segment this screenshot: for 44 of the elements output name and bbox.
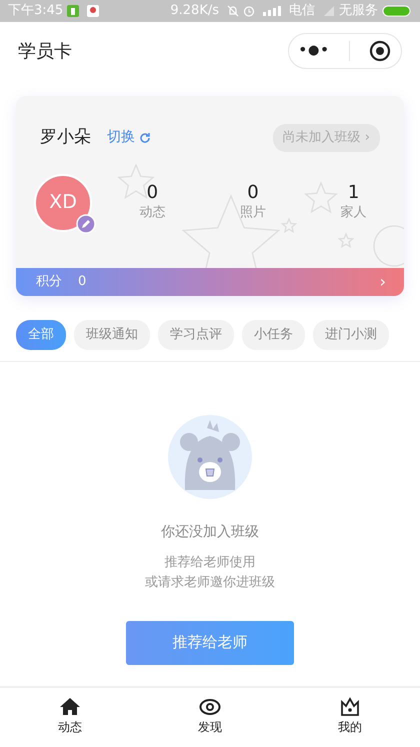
points-bar[interactable]: 积分 0 › [16,268,404,296]
points-label: 积分 [36,273,62,292]
filter-tab[interactable]: 学习点评 [158,320,234,350]
carrier-name: 电信 [289,2,315,20]
mute-bell-icon [227,5,239,17]
page-title: 学员卡 [18,40,72,64]
filter-tab[interactable]: 全部 [16,320,66,350]
nav-tab[interactable]: 动态 [20,688,120,747]
student-name: 罗小朵 [40,126,91,149]
filter-tab[interactable]: 进门小测 [313,320,389,350]
stat-value: 1 [348,182,360,203]
refresh-icon [139,132,151,144]
points-value: 0 [78,273,86,292]
service-status: 无服务 [339,2,378,20]
switch-link[interactable]: 切换 [107,127,151,148]
status-time: 下午3:45 [8,2,64,20]
stat-value: 0 [247,182,259,203]
stat-value: 0 [146,182,158,203]
stat-label: 照片 [240,204,266,222]
stat-label: 家人 [340,204,367,222]
hint-text: 或请求老师邀你进班级 [145,574,275,592]
recommend-button[interactable]: 推荐给老师 [126,620,294,664]
class-status-button[interactable]: 尚未加入班级 › [272,124,380,152]
edit-icon[interactable] [76,214,96,234]
avatar-initials: XD [49,190,77,216]
home-icon [59,696,81,718]
battery-saver-icon [67,5,80,17]
hint-text: 推荐给老师使用 [164,554,256,572]
target-icon[interactable] [369,40,392,62]
battery-icon [382,5,412,17]
signal-icon [323,5,335,17]
more-button[interactable]: •●• [298,41,330,61]
network-speed: 9.28K/s [170,2,219,20]
filter-tab[interactable]: 小任务 [242,320,305,350]
nav-tab[interactable]: 我的 [300,688,400,747]
app-notification-icon [87,5,100,17]
empty-message: 你还没加入班级 [161,522,259,542]
chevron-icon: › [380,270,386,294]
alarm-icon [243,5,255,17]
filter-tab[interactable]: 班级通知 [74,320,150,350]
eye-icon [199,696,221,718]
crown-icon [339,696,361,718]
nav-tab[interactable]: 发现 [160,688,260,747]
stat-label: 动态 [139,204,166,222]
